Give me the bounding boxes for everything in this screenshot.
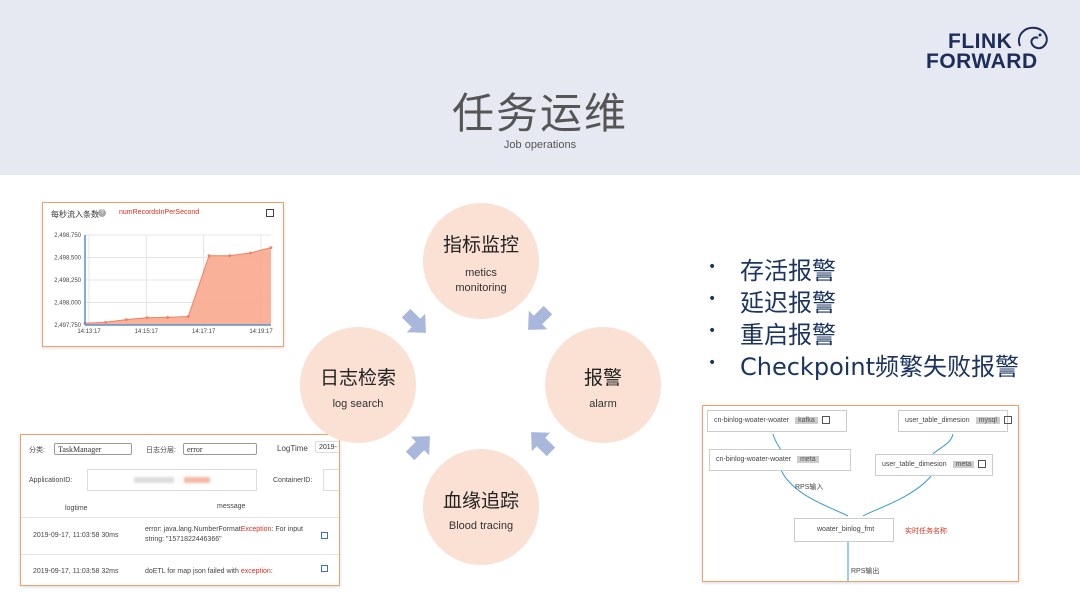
appid-input[interactable]	[87, 469, 257, 491]
bullet-dot-icon: •	[708, 355, 717, 371]
y-tick-label: 2,498,250	[54, 278, 81, 284]
x-tick-label: 14:13:17	[77, 329, 101, 335]
appid-label: ApplicationID:	[29, 477, 73, 484]
alarm-circle: 报警 alarm	[545, 327, 661, 443]
col-logtime: logtime	[65, 505, 88, 512]
logs-circle: 日志检索 log search	[300, 327, 416, 443]
data-point	[166, 315, 170, 319]
chart-header-label: 每秒流入条数	[51, 210, 99, 219]
x-tick-label: 14:15:17	[135, 329, 159, 335]
arrow-alarm-to-lineage-icon	[531, 432, 556, 457]
lineage-panel: cn-binlog-woater-woater kafka user_table_…	[702, 405, 1019, 582]
page-subtitle: Job operations	[503, 139, 577, 151]
squirrel-icon	[1018, 26, 1048, 50]
row-time: 2019-09-17, 11:03:58 30ms	[33, 532, 119, 539]
table-row: 2019-09-17, 11:03:58 30ms error: java.la…	[21, 518, 339, 555]
appid-redacted	[134, 477, 174, 483]
data-point	[145, 316, 149, 320]
container-label: ContainerID:	[273, 477, 313, 484]
lineage-edges	[772, 433, 954, 581]
lineage-node-job[interactable]: woater_binlog_fmt	[794, 518, 894, 542]
arrow-logs-to-metrics-icon	[401, 308, 426, 333]
metrics-title: 指标监控	[442, 234, 519, 256]
lineage-node-source1[interactable]: cn-binlog-woater-woater kafka	[707, 410, 847, 432]
table-row: 2019-09-17, 11:03:58 32ms doETL for map …	[21, 555, 339, 585]
data-point	[124, 318, 128, 321]
node-checkbox[interactable]	[821, 416, 830, 425]
bullet-dot-icon: •	[708, 323, 717, 339]
category-select[interactable]: TaskManager	[54, 443, 132, 455]
category-label: 分类:	[29, 447, 45, 454]
flink-forward-logo: FLINK FORWARD	[926, 26, 1056, 80]
data-point	[248, 251, 252, 255]
logs-title: 日志检索	[319, 367, 396, 389]
info-icon: ?	[98, 209, 106, 217]
node-checkbox[interactable]	[1003, 416, 1012, 425]
job-name-label: 实时任务名称	[905, 528, 947, 535]
data-point	[207, 254, 211, 258]
row-checkbox[interactable]	[321, 532, 328, 539]
y-tick-label: 2,498,500	[54, 256, 81, 262]
metrics-chart: 2,497,7502,498,0002,498,2502,498,5002,49…	[54, 233, 273, 335]
metrics-sub1: metics	[465, 267, 497, 279]
logo-line1: FLINK	[948, 30, 1013, 53]
arrow-metrics-to-alarm-icon	[528, 305, 553, 330]
metrics-chart-panel: 每秒流入条数 ? numRecordsInPerSecond 2,497,750…	[42, 202, 284, 347]
y-tick-label: 2,498,000	[54, 301, 81, 307]
area-fill	[85, 247, 271, 325]
page-title: 任务运维	[451, 89, 628, 138]
row-message-cont: string: "1571822446366"	[145, 536, 222, 543]
rps-out-label: RPS输出	[851, 568, 880, 575]
metrics-sub2: monitoring	[455, 282, 507, 294]
bullet-dot-icon: •	[708, 291, 717, 307]
logtime-label: LogTime	[277, 444, 308, 453]
y-tick-label: 2,498,750	[54, 233, 81, 239]
logtime-input[interactable]: 2019-	[315, 441, 339, 453]
appid-redacted-red	[184, 477, 210, 483]
lineage-circle: 血缘追踪 Blood tracing	[423, 449, 539, 565]
lineage-node-source2[interactable]: user_table_dimesion mysql	[898, 410, 1012, 432]
row-checkbox[interactable]	[321, 565, 328, 572]
log-level-select[interactable]: error	[183, 443, 257, 455]
col-message: message	[217, 503, 246, 510]
x-tick-label: 14:19:17	[249, 329, 273, 335]
lineage-node-meta1[interactable]: cn-binlog-woater-woater meta	[709, 449, 851, 471]
log-search-panel: 分类: TaskManager 日志分层: error LogTime 2019…	[20, 434, 340, 586]
chart-metric-name: numRecordsInPerSecond	[119, 209, 200, 216]
lineage-node-meta2[interactable]: user_table_dimesion meta	[875, 454, 993, 476]
alarm-sub: alarm	[589, 398, 617, 410]
chart-checkbox[interactable]	[266, 209, 274, 217]
arrow-lineage-to-logs-icon	[405, 436, 430, 461]
rps-in-label: RPS输入	[795, 484, 824, 491]
log-level-label: 日志分层:	[146, 447, 176, 454]
row-time: 2019-09-17, 11:03:58 32ms	[33, 568, 119, 575]
row-message: error: java.lang.NumberFormatException: …	[145, 526, 303, 533]
logs-sub: log search	[332, 398, 384, 410]
lineage-title: 血缘追踪	[442, 490, 519, 512]
bullet-dot-icon: •	[708, 259, 717, 275]
container-input[interactable]	[323, 469, 339, 491]
data-point	[228, 254, 232, 258]
node-checkbox[interactable]	[978, 460, 987, 469]
data-point	[186, 315, 190, 318]
row-message: doETL for map json failed with exception…	[145, 568, 273, 575]
alarm-title: 报警	[583, 367, 622, 389]
x-tick-label: 14:17:17	[192, 329, 216, 335]
data-point	[269, 246, 273, 249]
lineage-sub: Blood tracing	[448, 520, 514, 532]
data-point	[104, 320, 108, 324]
